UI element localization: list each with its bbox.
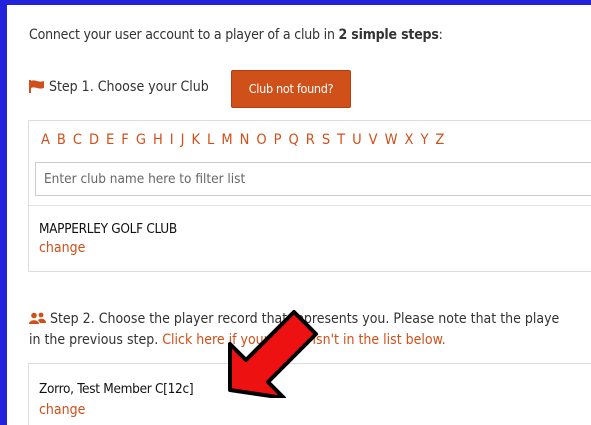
alphabet-letter[interactable]: P [274,132,282,148]
selected-club-name: MAPPERLEY GOLF CLUB [39,221,177,237]
alphabet-letter[interactable]: O [256,132,266,148]
alphabet-letter[interactable]: Z [435,132,444,148]
alphabet-letter[interactable]: R [306,132,315,148]
alphabet-letter[interactable]: M [221,132,232,148]
alphabet-letter[interactable]: G [136,132,146,148]
alphabet-letter[interactable]: W [385,132,398,148]
flag-icon [29,80,44,93]
alphabet-letter[interactable]: E [106,132,114,148]
alphabet-letter[interactable]: L [207,132,214,148]
alphabet-letter[interactable]: I [170,132,174,148]
club-panel: ABCDEFGHIJKLMNOPQRSTUVWXYZ MAPPERLEY GOL… [28,120,591,272]
alphabet-letter[interactable]: U [352,132,362,148]
selected-player-name: Zorro, Test Member C[12c] [39,381,194,397]
users-icon [29,312,46,324]
alphabet-letter[interactable]: B [57,132,66,148]
alphabet-letter[interactable]: A [41,132,50,148]
step2-instructions: in the previous step. Click here if your… [29,332,446,348]
change-player-link[interactable]: change [39,402,85,418]
alphabet-letter[interactable]: X [405,132,414,148]
alphabet-letter[interactable]: Q [289,132,299,148]
alphabet-letter[interactable]: H [153,132,163,148]
step2-heading: Step 2. Choose the player record that re… [29,311,559,327]
alphabet-filter: ABCDEFGHIJKLMNOPQRSTUVWXYZ [41,132,451,148]
alphabet-letter[interactable]: T [337,132,345,148]
change-club-link[interactable]: change [39,240,85,256]
divider [29,205,591,206]
alphabet-letter[interactable]: D [89,132,99,148]
alphabet-letter[interactable]: F [121,132,129,148]
alphabet-letter[interactable]: N [240,132,250,148]
content-frame: Connect your user account to a player of… [7,5,591,425]
name-not-in-list-link[interactable]: Click here if your name isn't in the lis… [162,332,445,348]
player-panel: Zorro, Test Member C[12c] change [28,363,591,425]
club-not-found-button[interactable]: Club not found? [231,70,351,108]
intro-text: Connect your user account to a player of… [29,27,443,43]
alphabet-letter[interactable]: C [73,132,82,148]
alphabet-letter[interactable]: Y [420,132,428,148]
alphabet-letter[interactable]: V [369,132,378,148]
club-filter-input[interactable] [35,162,591,196]
alphabet-letter[interactable]: J [181,132,185,148]
alphabet-letter[interactable]: K [191,132,200,148]
alphabet-letter[interactable]: S [322,132,330,148]
step1-heading: Step 1. Choose your Club [29,79,209,95]
